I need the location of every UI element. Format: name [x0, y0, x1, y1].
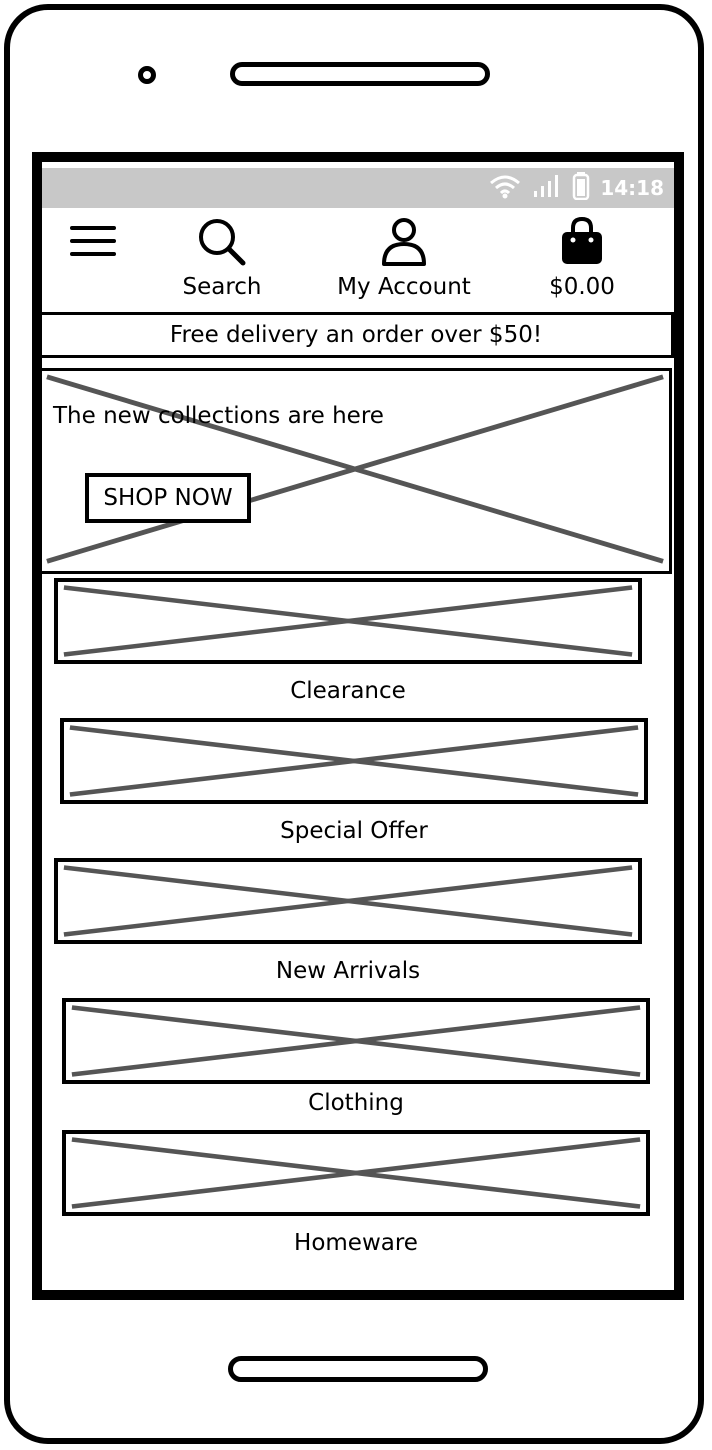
- category-image-placeholder: [54, 858, 642, 944]
- category-label: Clothing: [308, 1090, 404, 1116]
- category-label: Special Offer: [280, 818, 428, 844]
- category-label: New Arrivals: [275, 958, 421, 984]
- category-image-placeholder: [62, 1130, 650, 1216]
- hero-title: The new collections are here: [53, 403, 384, 429]
- category-image-placeholder: [54, 578, 642, 664]
- my-account-button[interactable]: My Account: [324, 216, 484, 300]
- hamburger-menu-icon[interactable]: [70, 222, 118, 262]
- category-clearance[interactable]: Clearance: [54, 578, 642, 704]
- status-time: 14:18: [600, 176, 664, 200]
- cart-total: $0.00: [549, 274, 615, 300]
- category-image-placeholder: [60, 718, 648, 804]
- category-clothing[interactable]: Clothing: [62, 998, 650, 1116]
- category-special-offer[interactable]: Special Offer: [60, 718, 648, 844]
- cart-button[interactable]: $0.00: [532, 216, 632, 300]
- user-icon: [380, 216, 428, 272]
- status-bar: 14:18: [42, 168, 674, 208]
- category-label: Homeware: [294, 1230, 418, 1256]
- phone-screen: 14:18 Search My Account $0.00 Free deliv…: [32, 152, 684, 1300]
- hero-banner: The new collections are here SHOP NOW: [42, 368, 672, 574]
- category-homeware[interactable]: Homeware: [62, 1130, 650, 1256]
- my-account-label: My Account: [337, 274, 471, 300]
- home-button[interactable]: [228, 1356, 488, 1382]
- search-icon: [196, 216, 248, 272]
- category-new-arrivals[interactable]: New Arrivals: [54, 858, 642, 984]
- wifi-icon: [488, 173, 522, 203]
- camera-icon: [138, 66, 156, 84]
- battery-icon: [572, 172, 590, 204]
- search-button[interactable]: Search: [172, 216, 272, 300]
- hero-image-placeholder: [46, 374, 664, 564]
- search-label: Search: [182, 274, 262, 300]
- speaker-slot: [230, 62, 490, 86]
- top-navigation: Search My Account $0.00: [42, 212, 674, 308]
- shopping-bag-icon: [558, 216, 606, 272]
- shop-now-label: SHOP NOW: [103, 485, 233, 511]
- category-image-placeholder: [62, 998, 650, 1084]
- category-label: Clearance: [290, 678, 406, 704]
- signal-icon: [532, 173, 562, 203]
- status-icons: 14:18: [488, 172, 664, 204]
- promo-text: Free delivery an order over $50!: [169, 322, 543, 348]
- shop-now-button[interactable]: SHOP NOW: [85, 473, 251, 523]
- free-delivery-banner: Free delivery an order over $50!: [42, 312, 674, 358]
